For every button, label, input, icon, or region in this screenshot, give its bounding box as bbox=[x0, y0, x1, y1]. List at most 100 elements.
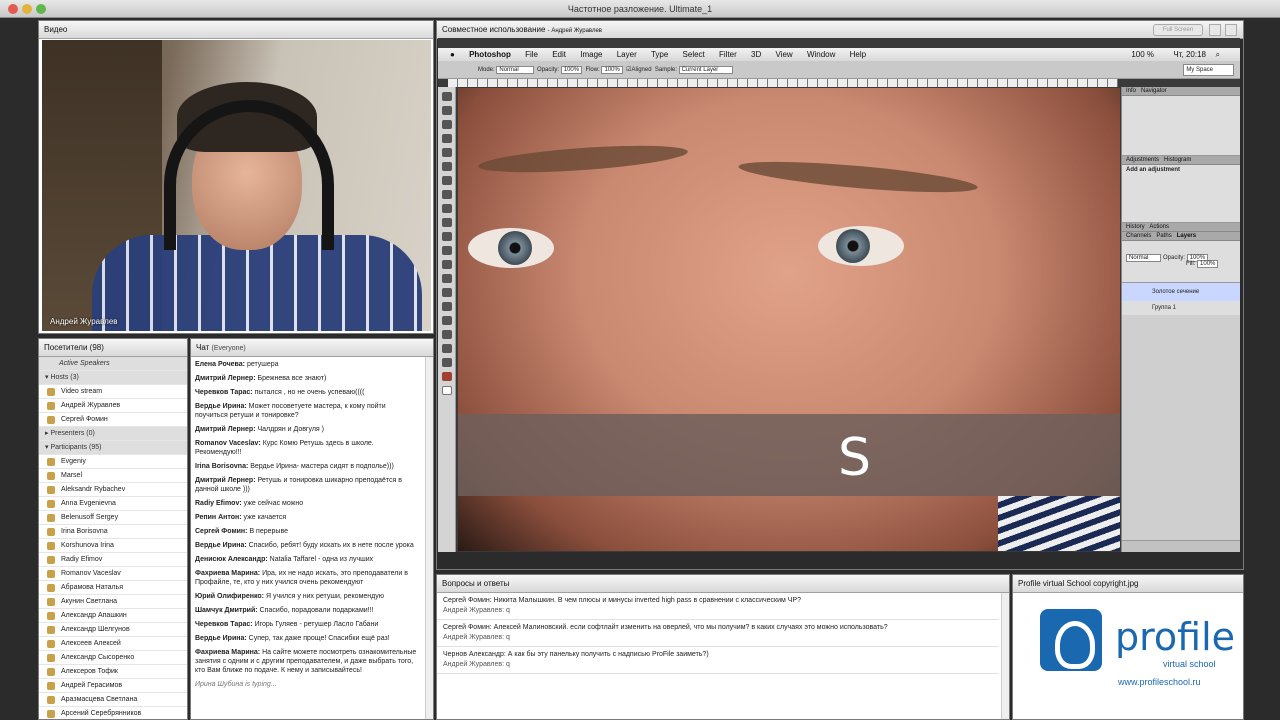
chat-text: Вердье Ирина- мастера сидят в подполье))… bbox=[250, 463, 394, 470]
workspace-select[interactable]: My Space bbox=[1183, 64, 1234, 76]
path-select-tool-icon[interactable] bbox=[441, 316, 452, 325]
participant-row[interactable]: Александр Сысоренко bbox=[39, 651, 187, 665]
history-brush-tool-icon[interactable] bbox=[441, 218, 452, 227]
blend-mode-select[interactable]: Normal bbox=[1126, 254, 1162, 262]
type-tool-icon[interactable] bbox=[441, 302, 452, 311]
apple-menu-icon[interactable]: ● bbox=[450, 50, 455, 59]
chat-message: Фахриева Марина: На сайте можете посмотр… bbox=[195, 648, 419, 675]
menu-select[interactable]: Select bbox=[683, 50, 705, 59]
menu-type[interactable]: Type bbox=[651, 50, 668, 59]
clone-stamp-tool-icon[interactable] bbox=[441, 204, 452, 213]
healing-tool-icon[interactable] bbox=[441, 176, 452, 185]
participant-row[interactable]: Romanov Vaceslav bbox=[39, 567, 187, 581]
active-speakers-row[interactable]: Active Speakers bbox=[39, 357, 187, 371]
gradient-tool-icon[interactable] bbox=[441, 246, 452, 255]
participants-section[interactable]: ▾ Participants (95) bbox=[39, 441, 187, 455]
participant-row[interactable]: Irina Borisovna bbox=[39, 525, 187, 539]
hosts-section[interactable]: ▾ Hosts (3) bbox=[39, 371, 187, 385]
menu-help[interactable]: Help bbox=[850, 50, 866, 59]
host-row[interactable]: Андрей Журавлев bbox=[39, 399, 187, 413]
marquee-tool-icon[interactable] bbox=[441, 106, 452, 115]
participant-row[interactable]: Андрей Герасимов bbox=[39, 679, 187, 693]
tab-adjustments[interactable]: Adjustments bbox=[1126, 157, 1159, 163]
tab-navigator[interactable]: Navigator bbox=[1141, 88, 1167, 94]
qa-item[interactable]: Сергей Фомин: Никита Малышкин. В чем плю… bbox=[437, 593, 999, 620]
app-menu[interactable]: Photoshop bbox=[469, 50, 511, 59]
participant-row[interactable]: Evgeniy bbox=[39, 455, 187, 469]
menu-view[interactable]: View bbox=[776, 50, 793, 59]
tab-layers[interactable]: Layers bbox=[1177, 233, 1196, 239]
fullscreen-button[interactable]: Full Screen bbox=[1153, 24, 1203, 36]
image-canvas[interactable]: S bbox=[458, 88, 1120, 551]
participant-name: Аразмасцева Светлана bbox=[61, 696, 138, 703]
zoom-window-button[interactable] bbox=[36, 4, 46, 14]
menu-3d[interactable]: 3D bbox=[751, 50, 761, 59]
lasso-tool-icon[interactable] bbox=[441, 120, 452, 129]
quick-select-tool-icon[interactable] bbox=[441, 134, 452, 143]
sample-select[interactable]: Current Layer bbox=[678, 66, 734, 74]
opacity-field[interactable]: 100% bbox=[560, 66, 583, 74]
menu-filter[interactable]: Filter bbox=[719, 50, 737, 59]
participant-row[interactable]: Абрамова Наталья bbox=[39, 581, 187, 595]
host-row[interactable]: Video stream bbox=[39, 385, 187, 399]
tab-channels[interactable]: Channels bbox=[1126, 233, 1151, 239]
move-tool-icon[interactable] bbox=[441, 92, 452, 101]
participant-row[interactable]: Алексеев Алексей bbox=[39, 637, 187, 651]
participant-row[interactable]: Anna Evgenievna bbox=[39, 497, 187, 511]
participant-row[interactable]: Belenusoff Sergey bbox=[39, 511, 187, 525]
mode-select[interactable]: Normal bbox=[496, 66, 534, 74]
participant-row[interactable]: Marsel bbox=[39, 469, 187, 483]
participant-row[interactable]: Арсений Серебрянников bbox=[39, 707, 187, 719]
qa-item[interactable]: Сергей Фомин: Алексей Малиновский. если … bbox=[437, 620, 999, 647]
pod-options-icon[interactable] bbox=[1209, 24, 1221, 36]
participant-row[interactable]: Алексеров Тофик bbox=[39, 665, 187, 679]
menu-edit[interactable]: Edit bbox=[552, 50, 566, 59]
dodge-tool-icon[interactable] bbox=[441, 274, 452, 283]
flow-field[interactable]: 100% bbox=[601, 66, 623, 74]
tab-actions[interactable]: Actions bbox=[1149, 224, 1169, 230]
eraser-tool-icon[interactable] bbox=[441, 232, 452, 241]
blur-tool-icon[interactable] bbox=[441, 260, 452, 269]
participant-row[interactable]: Aleksandr Rybachev bbox=[39, 483, 187, 497]
fill-field[interactable]: 100% bbox=[1197, 260, 1219, 268]
pen-tool-icon[interactable] bbox=[441, 288, 452, 297]
participant-row[interactable]: Radiy Efimov bbox=[39, 553, 187, 567]
tab-paths[interactable]: Paths bbox=[1156, 233, 1171, 239]
menu-image[interactable]: Image bbox=[580, 50, 602, 59]
hand-tool-icon[interactable] bbox=[441, 344, 452, 353]
presenters-label: Presenters (0) bbox=[50, 430, 95, 437]
zoom-tool-icon[interactable] bbox=[441, 358, 452, 367]
participant-row[interactable]: Александр Шелгунов bbox=[39, 623, 187, 637]
brush-tool-icon[interactable] bbox=[441, 190, 452, 199]
chat-scrollbar[interactable] bbox=[425, 357, 433, 719]
menu-window[interactable]: Window bbox=[807, 50, 835, 59]
tab-history[interactable]: History bbox=[1126, 224, 1145, 230]
participant-row[interactable]: Korshunova Irina bbox=[39, 539, 187, 553]
minimize-window-button[interactable] bbox=[22, 4, 32, 14]
close-window-button[interactable] bbox=[8, 4, 18, 14]
webcam-video[interactable]: Андрей Журавлев bbox=[42, 40, 431, 331]
qa-scrollbar[interactable] bbox=[1001, 593, 1009, 719]
eyedropper-tool-icon[interactable] bbox=[441, 162, 452, 171]
foreground-color-swatch[interactable] bbox=[441, 372, 452, 381]
presenters-section[interactable]: ▸ Presenters (0) bbox=[39, 427, 187, 441]
search-icon[interactable]: ⌕ bbox=[1216, 48, 1220, 61]
tab-histogram[interactable]: Histogram bbox=[1164, 157, 1191, 163]
tab-info[interactable]: Info bbox=[1126, 88, 1136, 94]
host-row[interactable]: Сергей Фомин bbox=[39, 413, 187, 427]
history-panel-tabs: History Actions bbox=[1122, 223, 1240, 232]
pod-maximize-icon[interactable] bbox=[1225, 24, 1237, 36]
participant-row[interactable]: Александр Апашкин bbox=[39, 609, 187, 623]
qa-item[interactable]: Чернов Александр: А как бы эту панельку … bbox=[437, 647, 999, 674]
chat-scope[interactable]: (Everyone) bbox=[212, 345, 246, 352]
background-color-swatch[interactable] bbox=[441, 386, 452, 395]
crop-tool-icon[interactable] bbox=[441, 148, 452, 157]
participant-row[interactable]: Акунин Светлана bbox=[39, 595, 187, 609]
user-icon bbox=[47, 598, 55, 606]
menu-layer[interactable]: Layer bbox=[617, 50, 637, 59]
shape-tool-icon[interactable] bbox=[441, 330, 452, 339]
layer-row-active[interactable]: Золотое сечение bbox=[1122, 283, 1240, 301]
participant-row[interactable]: Аразмасцева Светлана bbox=[39, 693, 187, 707]
menu-file[interactable]: File bbox=[525, 50, 538, 59]
layer-group-row[interactable]: Группа 1 bbox=[1122, 301, 1240, 315]
